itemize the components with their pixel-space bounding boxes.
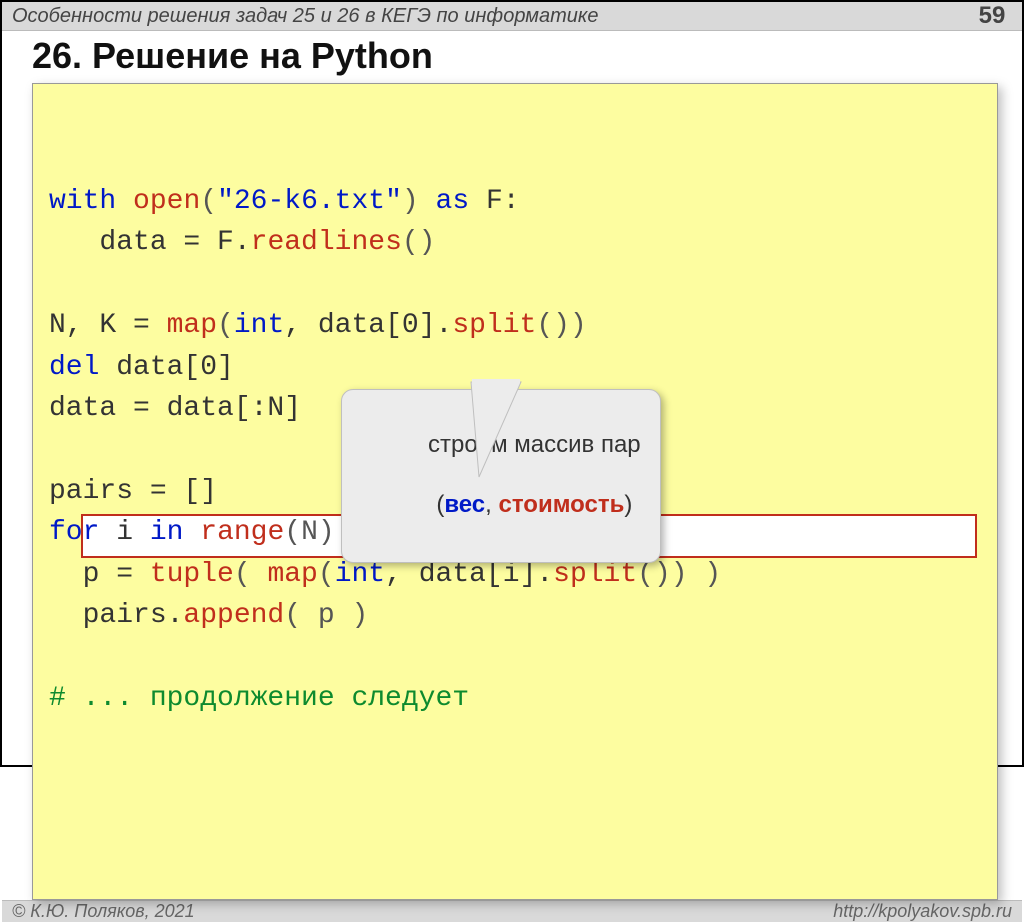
page-number: 59 xyxy=(962,2,1022,30)
id: pairs. xyxy=(49,600,183,631)
kw-in: in xyxy=(150,517,184,548)
comment: # ... продолжение следует xyxy=(49,683,469,714)
title-bar: Особенности решения задач 25 и 26 в КЕГЭ… xyxy=(2,2,1022,31)
id: F: xyxy=(486,186,520,217)
kw-as: as xyxy=(436,186,470,217)
callout: строим массив пар (вес, стоимость) xyxy=(341,306,661,687)
fn-open: open xyxy=(133,186,200,217)
p: ) xyxy=(402,186,419,217)
slide-page: Особенности решения задач 25 и 26 в КЕГЭ… xyxy=(0,0,1024,767)
p: () xyxy=(402,227,436,258)
kw-with: with xyxy=(49,186,116,217)
string-literal: "26-k6.txt" xyxy=(217,186,402,217)
fn-map: map xyxy=(267,559,317,590)
p: ( xyxy=(217,310,234,341)
slide-content: 26. Решение на Python with open("26-k6.t… xyxy=(2,31,1022,900)
kw-int: int xyxy=(234,310,284,341)
fn-readlines: readlines xyxy=(251,227,402,258)
footer-url: http://kpolyakov.spb.ru xyxy=(833,901,1012,922)
sep: , xyxy=(485,491,498,518)
id: i xyxy=(99,517,149,548)
fn-append: append xyxy=(183,600,284,631)
footer-copyright: © К.Ю. Поляков, 2021 xyxy=(12,901,195,922)
kw-for: for xyxy=(49,517,99,548)
id: N, K = xyxy=(49,310,167,341)
sp xyxy=(183,517,200,548)
kw-del: del xyxy=(49,352,99,383)
p: ( xyxy=(200,186,217,217)
callout-cost: стоимость xyxy=(499,491,625,518)
id: data = F. xyxy=(49,227,251,258)
callout-weight: вес xyxy=(444,491,485,518)
fn-map: map xyxy=(167,310,217,341)
code-block: with open("26-k6.txt") as F: data = F.re… xyxy=(32,83,998,900)
p: ( xyxy=(318,559,335,590)
slide-title: 26. Решение на Python xyxy=(32,35,998,77)
id: data = data[:N] xyxy=(49,393,301,424)
id: data[0] xyxy=(99,352,233,383)
presentation-title: Особенности решения задач 25 и 26 в КЕГЭ… xyxy=(2,5,962,28)
id: p = xyxy=(49,559,150,590)
callout-tail-icon xyxy=(461,382,551,482)
fn-tuple: tuple xyxy=(150,559,234,590)
p-close: ) xyxy=(624,491,632,518)
id: pairs = [] xyxy=(49,476,217,507)
p: ( xyxy=(234,559,268,590)
footer-bar: © К.Ю. Поляков, 2021 http://kpolyakov.sp… xyxy=(2,900,1022,922)
fn-range: range xyxy=(200,517,284,548)
